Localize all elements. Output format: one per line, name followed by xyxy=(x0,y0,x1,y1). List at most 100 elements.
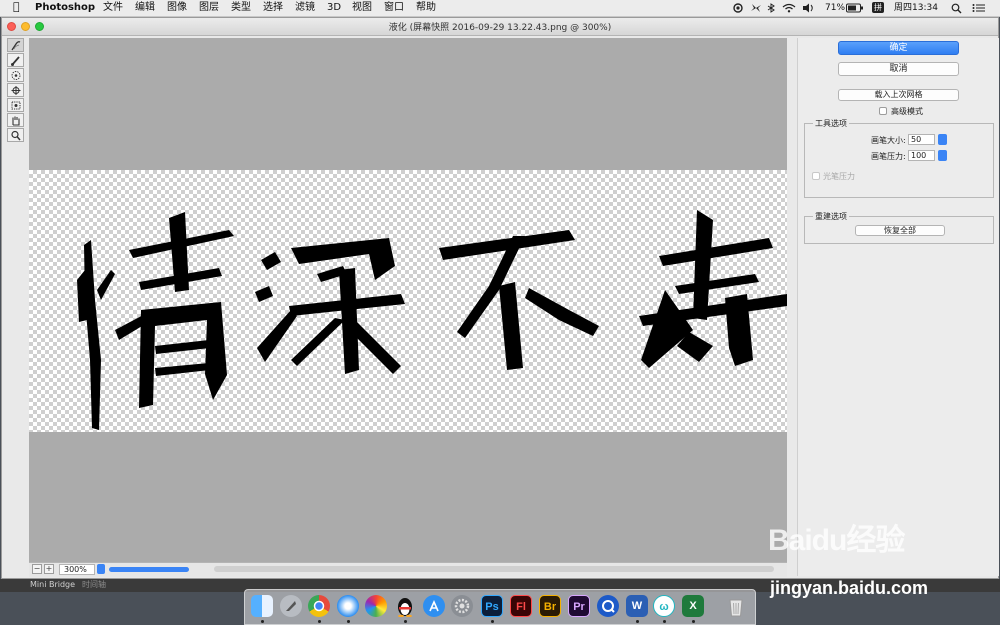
liquify-canvas[interactable] xyxy=(29,38,787,563)
tool-options-group: 工具选项 画笔大小: 50 画笔压力: 100 光笔压力 xyxy=(804,118,994,198)
rocket-icon xyxy=(286,601,296,611)
reconstruct-options-group: 重建选项 恢复全部 xyxy=(804,211,994,244)
push-left-icon xyxy=(11,101,21,110)
bloat-icon xyxy=(11,86,21,95)
dock-photoshop[interactable]: Ps xyxy=(481,595,503,617)
canvas-status-bar: − + 300% xyxy=(29,562,787,577)
brush-size-input[interactable]: 50 xyxy=(908,134,935,145)
transparent-layer[interactable] xyxy=(29,170,787,432)
dock-safari[interactable] xyxy=(337,595,359,617)
creative-cloud-icon[interactable] xyxy=(731,3,745,13)
zoom-out-button[interactable]: − xyxy=(32,564,42,574)
compass-icon xyxy=(343,601,353,611)
wifi-icon[interactable] xyxy=(782,3,796,13)
dock-launchpad[interactable] xyxy=(280,595,302,617)
app-store-icon xyxy=(429,600,439,612)
clock[interactable]: 周四13:34 xyxy=(894,2,938,14)
running-indicator xyxy=(692,620,695,623)
dock-qq[interactable] xyxy=(394,595,416,618)
menu-3d[interactable]: 3D xyxy=(327,2,341,14)
calligraphy-char-4 xyxy=(639,210,787,368)
menu-type[interactable]: 类型 xyxy=(231,2,251,14)
stylus-pressure-checkbox[interactable] xyxy=(812,172,820,180)
brush-pressure-input[interactable]: 100 xyxy=(908,150,935,161)
calligraphy-char-3 xyxy=(439,230,599,370)
pucker-icon xyxy=(11,71,21,80)
horizontal-scrollbar[interactable] xyxy=(214,566,774,572)
watermark-url: jingyan.baidu.com xyxy=(770,578,929,598)
menu-image[interactable]: 图像 xyxy=(167,2,187,14)
menu-file[interactable]: 文件 xyxy=(103,2,123,14)
restore-all-button[interactable]: 恢复全部 xyxy=(855,225,945,236)
title-bar[interactable]: 液化 (屏幕快照 2016-09-29 13.22.43.png @ 300%) xyxy=(2,18,998,36)
dock-system-preferences[interactable] xyxy=(451,595,473,617)
menu-window[interactable]: 窗口 xyxy=(384,2,404,14)
dock-chrome[interactable] xyxy=(308,595,330,617)
notification-center-icon[interactable] xyxy=(972,3,986,13)
dock-photos[interactable] xyxy=(365,595,387,617)
reconstruct-options-title: 重建选项 xyxy=(813,211,849,222)
timeline-tab[interactable]: 时间轴 xyxy=(82,580,106,590)
running-indicator xyxy=(636,620,639,623)
hand-tool[interactable] xyxy=(7,113,24,127)
quicktime-icon xyxy=(602,600,615,613)
liquify-toolbox xyxy=(7,38,25,148)
input-method-badge[interactable]: 拼 xyxy=(872,2,884,13)
liquify-window: 液化 (屏幕快照 2016-09-29 13.22.43.png @ 300%) xyxy=(1,17,999,579)
running-indicator xyxy=(318,620,321,623)
menu-edit[interactable]: 编辑 xyxy=(135,2,155,14)
menu-layer[interactable]: 图层 xyxy=(199,2,219,14)
dock-premiere[interactable]: Pr xyxy=(568,595,590,617)
calligraphy-artwork xyxy=(77,210,787,430)
gear-icon xyxy=(454,598,470,614)
dock-flash[interactable]: Fl xyxy=(510,595,532,617)
zoom-dropdown[interactable] xyxy=(97,564,105,574)
zoom-level-field[interactable]: 300% xyxy=(59,564,95,575)
running-indicator xyxy=(404,620,407,623)
menu-filter[interactable]: 滤镜 xyxy=(295,2,315,14)
dock-wunderlist[interactable]: ω xyxy=(653,595,675,617)
battery-icon[interactable] xyxy=(846,3,864,13)
penguin-icon xyxy=(398,598,412,618)
dock-trash[interactable] xyxy=(725,595,747,617)
app-menu[interactable]: Photoshop xyxy=(35,2,95,14)
cancel-button[interactable]: 取消 xyxy=(838,62,959,76)
mini-bridge-tab[interactable]: Mini Bridge xyxy=(30,580,75,590)
dock-excel[interactable]: X xyxy=(682,595,704,617)
spotlight-search-icon[interactable] xyxy=(951,3,962,14)
dock-finder[interactable] xyxy=(251,595,273,617)
zoom-slider[interactable] xyxy=(109,567,189,572)
menu-help[interactable]: 帮助 xyxy=(416,2,436,14)
brush-pressure-stepper[interactable] xyxy=(938,150,947,161)
pucker-tool[interactable] xyxy=(7,68,24,82)
running-indicator xyxy=(347,620,350,623)
forward-warp-tool[interactable] xyxy=(7,38,24,52)
dock-word[interactable]: W xyxy=(626,595,648,617)
window-title: 液化 (屏幕快照 2016-09-29 13.22.43.png @ 300%) xyxy=(388,23,612,33)
push-left-tool[interactable] xyxy=(7,98,24,112)
forward-warp-icon xyxy=(11,41,21,51)
load-last-mesh-button[interactable]: 载入上次网格 xyxy=(838,89,959,101)
apple-icon[interactable]:  xyxy=(13,1,20,13)
running-indicator xyxy=(663,620,666,623)
fan-icon[interactable] xyxy=(750,3,762,13)
reconstruct-tool[interactable] xyxy=(7,53,24,67)
brush-size-stepper[interactable] xyxy=(938,134,947,145)
menu-select[interactable]: 选择 xyxy=(263,2,283,14)
calligraphy-char-2 xyxy=(255,238,405,374)
bluetooth-icon[interactable] xyxy=(766,3,776,13)
ok-button[interactable]: 确定 xyxy=(838,41,959,55)
dock-quicktime[interactable] xyxy=(597,595,619,617)
menu-view[interactable]: 视图 xyxy=(352,2,372,14)
dock-bridge[interactable]: Br xyxy=(539,595,561,617)
volume-icon[interactable] xyxy=(802,3,814,13)
advanced-mode-checkbox[interactable] xyxy=(879,107,887,115)
brush-pressure-label: 画笔压力: xyxy=(871,152,906,161)
calligraphy-char-1 xyxy=(77,212,234,430)
bloat-tool[interactable] xyxy=(7,83,24,97)
menu-bar:  Photoshop 文件 编辑 图像 图层 类型 选择 滤镜 3D 视图 窗… xyxy=(0,0,1000,17)
dock-app-store[interactable] xyxy=(423,595,445,617)
zoom-in-button[interactable]: + xyxy=(44,564,54,574)
battery-percent: 71% xyxy=(825,3,846,13)
zoom-tool[interactable] xyxy=(7,128,24,142)
